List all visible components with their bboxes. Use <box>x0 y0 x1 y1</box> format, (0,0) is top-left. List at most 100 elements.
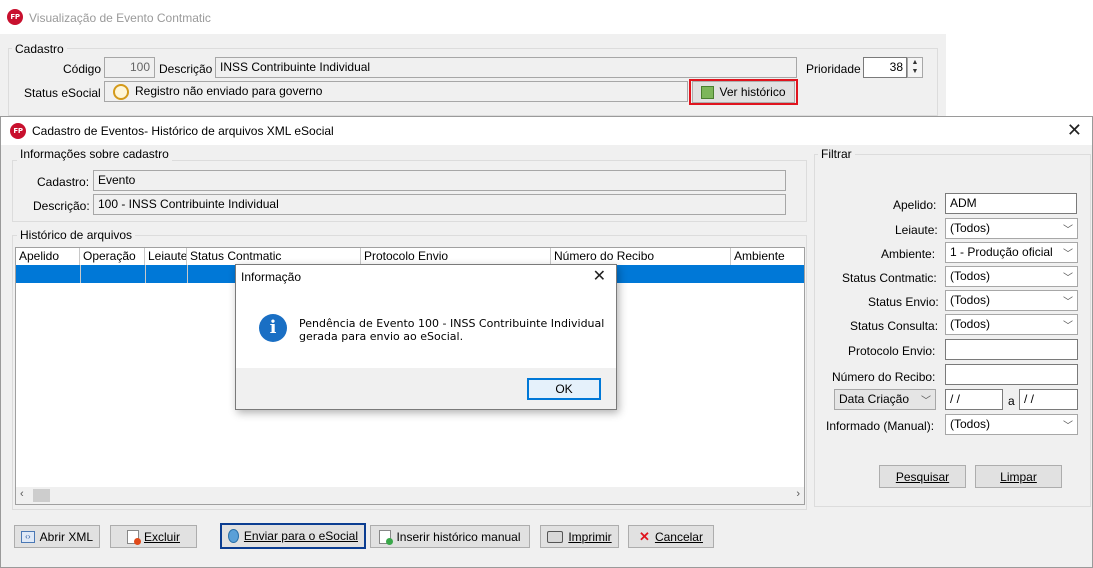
chevron-down-icon: ﹀ <box>1063 249 1073 260</box>
scroll-right-icon[interactable]: › <box>796 488 800 500</box>
status-esocial-value: Registro não enviado para governo <box>135 84 323 98</box>
descricao-field[interactable]: INSS Contribuinte Individual <box>215 57 797 78</box>
codigo-field[interactable]: 100 <box>104 57 155 78</box>
column-header[interactable]: Protocolo Envio <box>361 248 551 265</box>
scrollbar-thumb[interactable] <box>33 489 50 502</box>
printer-icon <box>547 530 564 543</box>
descricao-label: Descrição <box>159 62 213 76</box>
cadastro-field[interactable]: Evento <box>93 170 786 191</box>
info-message-line2: gerada para envio ao eSocial. <box>299 330 464 343</box>
status-envio-label: Status Envio: <box>868 295 939 309</box>
cadastro-group-label: Cadastro <box>12 42 67 56</box>
back-window-title: Visualização de Evento Contmatic <box>29 11 211 25</box>
ambiente-select[interactable]: 1 - Produção oficial ﹀ <box>945 242 1078 263</box>
apelido-input[interactable]: ADM <box>945 193 1077 214</box>
informacao-dialog: Informação ✕ i Pendência de Evento 100 -… <box>235 264 617 410</box>
close-icon[interactable]: ✕ <box>1067 120 1082 141</box>
ambiente-label: Ambiente: <box>881 247 936 261</box>
imprimir-button[interactable]: Imprimir <box>540 525 619 548</box>
enviar-esocial-button[interactable]: Enviar para o eSocial <box>220 523 366 549</box>
scroll-left-icon[interactable]: ‹ <box>20 488 24 500</box>
informado-manual-label: Informado (Manual): <box>826 419 935 433</box>
status-envio-select[interactable]: (Todos) ﹀ <box>945 290 1078 311</box>
apelido-label: Apelido: <box>893 198 937 212</box>
column-header[interactable]: Status Contmatic <box>187 248 361 265</box>
cell-divider <box>145 265 146 283</box>
status-consulta-value: (Todos) <box>950 317 991 331</box>
historico-titlebar: FP Cadastro de Eventos- Histórico de arq… <box>1 117 1092 145</box>
back-window: FP Visualização de Evento Contmatic Cada… <box>0 0 946 118</box>
descricao-label-2: Descrição: <box>33 199 90 213</box>
add-doc-icon <box>379 529 394 545</box>
info-message: Pendência de Evento 100 - INSS Contribui… <box>299 317 604 343</box>
status-consulta-label: Status Consulta: <box>850 319 939 333</box>
send-globe-icon <box>228 529 239 543</box>
data-type-value: Data Criação <box>839 392 910 406</box>
info-message-line1: Pendência de Evento 100 - INSS Contribui… <box>299 317 605 330</box>
status-contmatic-label: Status Contmatic: <box>842 271 937 285</box>
filtrar-group-label: Filtrar <box>818 147 855 161</box>
column-header[interactable]: Apelido <box>16 248 80 265</box>
cancelar-button[interactable]: ✕ Cancelar <box>628 525 714 548</box>
inserir-historico-label: Inserir histórico manual <box>396 529 521 544</box>
column-header[interactable]: Ambiente <box>731 248 804 265</box>
prioridade-label: Prioridade <box>806 62 861 76</box>
numero-recibo-input[interactable] <box>945 364 1078 385</box>
cancelar-label: Cancelar <box>654 529 703 544</box>
limpar-button[interactable]: Limpar <box>975 465 1062 488</box>
cell-divider <box>187 265 188 283</box>
excluir-button[interactable]: Excluir <box>110 525 197 548</box>
date-to-input[interactable]: / / <box>1019 389 1078 410</box>
column-header[interactable]: Operação <box>80 248 145 265</box>
info-cadastro-label: Informações sobre cadastro <box>17 147 172 161</box>
chevron-down-icon: ﹀ <box>1063 297 1073 308</box>
info-footer: OK <box>236 368 616 409</box>
status-consulta-select[interactable]: (Todos) ﹀ <box>945 314 1078 335</box>
data-type-select[interactable]: Data Criação ﹀ <box>834 389 936 410</box>
ver-historico-button[interactable]: Ver histórico <box>692 81 795 103</box>
abrir-xml-label: Abrir XML <box>39 529 93 544</box>
xml-icon: ‹› <box>21 530 35 543</box>
protocolo-envio-input[interactable] <box>945 339 1078 360</box>
informado-manual-value: (Todos) <box>950 417 991 431</box>
prioridade-field[interactable]: 38 <box>863 57 907 78</box>
historico-dialog-title: Cadastro de Eventos- Histórico de arquiv… <box>32 124 334 138</box>
numero-recibo-label: Número do Recibo: <box>832 370 936 384</box>
inserir-historico-button[interactable]: Inserir histórico manual <box>370 525 530 548</box>
status-contmatic-select[interactable]: (Todos) ﹀ <box>945 266 1078 287</box>
column-header[interactable]: Número do Recibo <box>551 248 731 265</box>
abrir-xml-button[interactable]: ‹› Abrir XML <box>14 525 100 548</box>
close-icon[interactable]: ✕ <box>593 266 606 286</box>
pesquisar-label: Pesquisar <box>895 469 950 484</box>
chevron-down-icon: ﹀ <box>1063 225 1073 236</box>
descricao-field-2[interactable]: 100 - INSS Contribuinte Individual <box>93 194 786 215</box>
horizontal-scrollbar[interactable]: ‹ › <box>16 487 804 504</box>
app-logo-icon: FP <box>7 9 23 25</box>
status-pending-icon <box>113 84 129 100</box>
imprimir-label: Imprimir <box>568 529 612 544</box>
status-contmatic-value: (Todos) <box>950 269 991 283</box>
chevron-down-icon: ﹀ <box>1063 421 1073 432</box>
cancel-x-icon: ✕ <box>639 528 650 544</box>
chevron-down-icon: ﹀ <box>921 396 931 407</box>
chevron-down-icon: ﹀ <box>1063 273 1073 284</box>
cadastro-label: Cadastro: <box>37 175 90 189</box>
ok-button[interactable]: OK <box>527 378 601 400</box>
cell-divider <box>80 265 81 283</box>
prioridade-spinner[interactable]: ▲ ▼ <box>907 57 923 78</box>
excluir-label: Excluir <box>143 529 180 544</box>
leiaute-select[interactable]: (Todos) ﹀ <box>945 218 1078 239</box>
date-separator: a <box>1008 394 1015 408</box>
enviar-esocial-label: Enviar para o eSocial <box>243 529 358 543</box>
pesquisar-button[interactable]: Pesquisar <box>879 465 966 488</box>
column-header[interactable]: Leiaute <box>145 248 187 265</box>
protocolo-envio-label: Protocolo Envio: <box>848 344 936 358</box>
status-esocial-field[interactable]: Registro não enviado para governo <box>104 81 688 102</box>
date-from-input[interactable]: / / <box>945 389 1003 410</box>
chevron-down-icon: ﹀ <box>1063 321 1073 332</box>
ok-label: OK <box>555 382 573 396</box>
historico-group-label: Histórico de arquivos <box>17 228 136 242</box>
ambiente-select-value: 1 - Produção oficial <box>950 245 1053 259</box>
informado-manual-select[interactable]: (Todos) ﹀ <box>945 414 1078 435</box>
codigo-label: Código <box>63 62 102 76</box>
